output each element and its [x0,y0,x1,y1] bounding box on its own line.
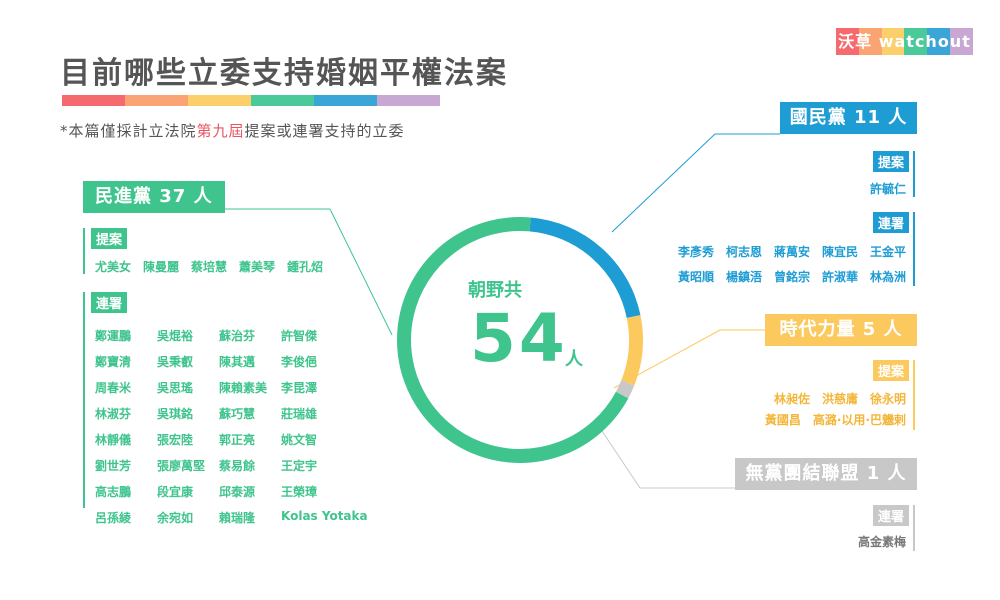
dpp-cosign-name: 鄭運鵬 [95,329,132,343]
dpp-cosign-name: 吳秉叡 [157,355,194,369]
dpp-cosign-name: 張宏陸 [157,433,194,447]
dpp-cosign-name: Kolas Yotaka [281,509,368,523]
npp-header: 時代力量 5 人 [765,314,917,346]
dpp-cosign-name: 王榮璋 [281,485,318,499]
center-label: 朝野共 [468,280,522,301]
nsu-cosign-bar [913,505,915,551]
npp-proposal-bar [913,360,915,430]
dpp-cosign-name: 蔡易餘 [219,459,256,473]
dpp-proposal-label: 提案 [91,228,128,249]
kmt-cosign-label: 連署 [873,212,910,233]
dpp-cosign-name: 蘇巧慧 [219,407,256,421]
slice-nsu [615,380,635,399]
kmt-header: 國民黨 11 人 [780,102,917,134]
nsu-header: 無黨團結聯盟 1 人 [735,458,917,490]
nsu-names: 高金素梅 [857,535,906,549]
dpp-cosign-name: 王定宇 [281,459,318,473]
kmt-proposal-names: 許毓仁 [869,182,906,196]
dpp-cosign-name: 段宜康 [157,485,194,499]
dpp-cosign-name: 邱泰源 [219,485,256,499]
dpp-cosign-name: 陳賴素美 [219,381,268,395]
dpp-cosign-name: 李俊俋 [281,355,318,369]
kmt-cosign-line2: 黃昭順 楊鎮浯 曾銘宗 許淑華 林為洲 [677,270,906,284]
dpp-cosign-name: 姚文智 [281,433,318,447]
kmt-proposal-label: 提案 [873,151,910,172]
dpp-cosign-name: 莊瑞雄 [281,407,318,421]
kmt-cosign-bar [913,212,915,286]
dpp-cosign-name: 賴瑞隆 [219,511,256,525]
dpp-cosign-bar [83,292,85,508]
slice-npp [621,315,643,386]
dpp-cosign-label: 連署 [91,292,128,313]
dpp-cosign-name: 吳思瑤 [157,381,194,395]
dpp-cosign-name: 林靜儀 [95,433,132,447]
dpp-proposal-names: 尤美女 陳曼麗 蔡培慧 蕭美琴 鍾孔炤 [95,260,324,274]
connector-kmt [611,133,780,233]
connector-nsu [597,424,735,489]
dpp-cosign-name: 呂孫綾 [95,511,132,525]
dpp-cosign-name: 劉世芳 [95,459,132,473]
dpp-cosign-name: 郭正亮 [219,433,256,447]
dpp-cosign-name: 吳琪銘 [157,407,194,421]
dpp-header: 民進黨 37 人 [83,181,225,213]
dpp-cosign-name: 蘇治芬 [219,329,256,343]
center-total: 54 [470,300,568,377]
dpp-cosign-names: 鄭運鵬 吳焜裕 蘇治芬 許智傑鄭寶清 吳秉叡 陳其邁 李俊俋周春米 吳思瑤 陳賴素美 李昆澤林淑芬… [95,327,391,526]
dpp-cosign-name: 許智傑 [281,329,318,343]
dpp-cosign-name: 李昆澤 [281,381,318,395]
npp-line1: 林昶佐 洪慈庸 徐永明 [773,392,906,406]
dpp-cosign-name: 張廖萬堅 [157,459,206,473]
dpp-cosign-name: 周春米 [95,381,132,395]
kmt-proposal-bar [913,151,915,197]
dpp-cosign-name: 高志鵬 [95,485,132,499]
npp-proposal-label: 提案 [873,360,910,381]
dpp-proposal-bar [83,228,85,274]
center-unit: 人 [565,349,583,370]
kmt-cosign-line1: 李彥秀 柯志恩 蔣萬安 陳宜民 王金平 [677,245,906,259]
npp-line2: 黃國昌 高潞·以用·巴魕剌 [764,413,906,427]
dpp-cosign-name: 吳焜裕 [157,329,194,343]
dpp-cosign-name: 陳其邁 [219,355,256,369]
nsu-cosign-label: 連署 [873,505,910,526]
dpp-cosign-name: 林淑芬 [95,407,132,421]
dpp-cosign-name: 鄭寶清 [95,355,132,369]
dpp-cosign-name: 余宛如 [157,511,194,525]
